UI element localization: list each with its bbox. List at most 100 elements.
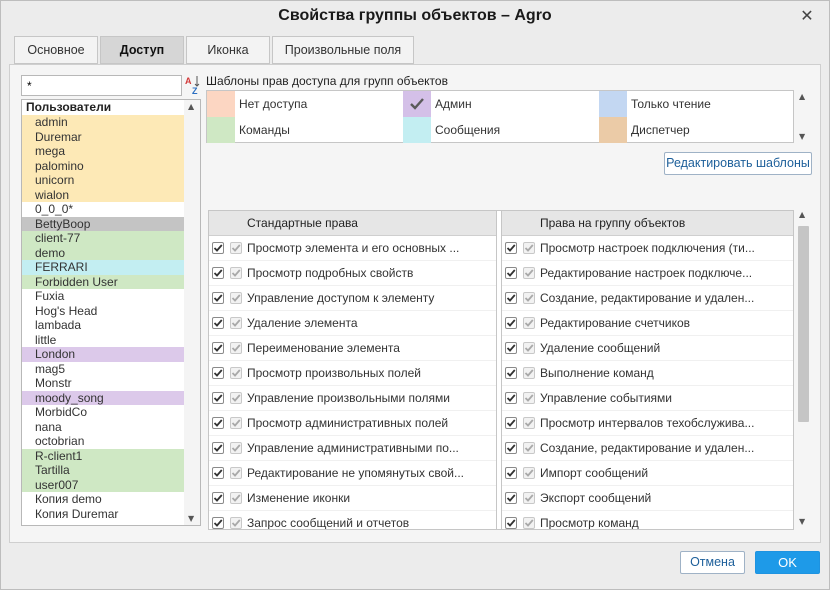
checkbox-checked-disabled[interactable] <box>523 517 535 529</box>
group-right-row[interactable]: Создание, редактирование и удален... <box>502 436 793 461</box>
user-list-item[interactable]: lambada <box>22 318 184 333</box>
user-list-item[interactable]: Копия demo <box>22 492 184 507</box>
ok-button[interactable]: OK <box>755 551 820 574</box>
group-right-row[interactable]: Просмотр настроек подключения (ти... <box>502 236 793 261</box>
standard-right-row[interactable]: Управление административными по... <box>209 436 496 461</box>
checkbox-checked[interactable] <box>212 342 224 354</box>
standard-right-row[interactable]: Редактирование не упомянутых свой... <box>209 461 496 486</box>
group-right-row[interactable]: Просмотр интервалов техобслужива... <box>502 411 793 436</box>
checkbox-checked-disabled[interactable] <box>230 292 242 304</box>
user-list-item[interactable]: mega <box>22 144 184 159</box>
checkbox-checked[interactable] <box>505 417 517 429</box>
group-right-row[interactable]: Редактирование настроек подключе... <box>502 261 793 286</box>
user-list-item[interactable]: Duremar <box>22 129 184 144</box>
standard-right-row[interactable]: Переименование элемента <box>209 336 496 361</box>
scroll-up-icon[interactable]: ▲ <box>188 102 194 111</box>
user-list-item[interactable]: 0_0_0* <box>22 202 184 217</box>
standard-right-row[interactable]: Запрос сообщений и отчетов <box>209 511 496 529</box>
checkbox-checked[interactable] <box>212 417 224 429</box>
checkbox-checked-disabled[interactable] <box>230 442 242 454</box>
user-list-item[interactable]: demo <box>22 245 184 260</box>
checkbox-checked[interactable] <box>212 267 224 279</box>
scroll-up-icon[interactable]: ▲ <box>799 210 805 219</box>
tab-access[interactable]: Доступ <box>100 36 184 64</box>
template-cell[interactable]: Сообщения <box>403 117 599 143</box>
checkbox-checked[interactable] <box>505 467 517 479</box>
edit-templates-button[interactable]: Редактировать шаблоны <box>664 152 812 175</box>
scrollbar-thumb[interactable] <box>798 226 809 422</box>
checkbox-checked-disabled[interactable] <box>230 492 242 504</box>
user-list-item[interactable]: Tartilla <box>22 463 184 478</box>
user-list-item[interactable]: BettyBoop <box>22 216 184 231</box>
group-right-row[interactable]: Создание, редактирование и удален... <box>502 286 793 311</box>
templates-scrollbar[interactable]: ▲ ▼ <box>796 90 810 143</box>
checkbox-checked-disabled[interactable] <box>523 342 535 354</box>
checkbox-checked[interactable] <box>212 467 224 479</box>
user-list-item[interactable]: Monstr <box>22 376 184 391</box>
checkbox-checked-disabled[interactable] <box>523 292 535 304</box>
checkbox-checked[interactable] <box>505 292 517 304</box>
group-right-row[interactable]: Удаление сообщений <box>502 336 793 361</box>
checkbox-checked[interactable] <box>505 392 517 404</box>
checkbox-checked[interactable] <box>212 492 224 504</box>
user-list-item[interactable]: mag5 <box>22 361 184 376</box>
checkbox-checked-disabled[interactable] <box>523 442 535 454</box>
user-list[interactable]: Пользователи admin Duremar mega palomino uni… <box>21 99 201 526</box>
checkbox-checked-disabled[interactable] <box>523 267 535 279</box>
user-list-item[interactable]: octobrian <box>22 434 184 449</box>
checkbox-checked[interactable] <box>212 442 224 454</box>
checkbox-checked-disabled[interactable] <box>523 392 535 404</box>
scroll-down-icon[interactable]: ▼ <box>799 132 805 141</box>
user-list-scrollbar[interactable]: ▲ ▼ <box>184 100 200 525</box>
standard-right-row[interactable]: Просмотр произвольных полей <box>209 361 496 386</box>
checkbox-checked[interactable] <box>212 242 224 254</box>
template-cell[interactable]: Только чтение <box>599 91 795 117</box>
checkbox-checked[interactable] <box>212 292 224 304</box>
checkbox-checked[interactable] <box>505 442 517 454</box>
user-list-item[interactable]: London <box>22 347 184 362</box>
group-right-row[interactable]: Управление событиями <box>502 386 793 411</box>
checkbox-checked[interactable] <box>212 367 224 379</box>
standard-right-row[interactable]: Управление произвольными полями <box>209 386 496 411</box>
checkbox-checked-disabled[interactable] <box>523 242 535 254</box>
checkbox-checked[interactable] <box>505 317 517 329</box>
close-icon[interactable]: ✕ <box>799 8 815 24</box>
user-list-item[interactable]: FERRARI <box>22 260 184 275</box>
user-list-item[interactable]: little <box>22 332 184 347</box>
checkbox-checked[interactable] <box>505 342 517 354</box>
checkbox-checked[interactable] <box>212 317 224 329</box>
checkbox-checked[interactable] <box>505 517 517 529</box>
checkbox-checked-disabled[interactable] <box>230 267 242 279</box>
tab-general[interactable]: Основное <box>14 36 98 64</box>
checkbox-checked-disabled[interactable] <box>230 517 242 529</box>
template-cell[interactable]: Диспетчер <box>599 117 795 143</box>
template-cell[interactable]: Команды <box>207 117 403 143</box>
checkbox-checked-disabled[interactable] <box>230 317 242 329</box>
rights-scrollbar[interactable]: ▲ ▼ <box>796 210 810 526</box>
checkbox-checked[interactable] <box>505 267 517 279</box>
user-list-item[interactable]: Копия Duremar <box>22 506 184 521</box>
standard-right-row[interactable]: Изменение иконки <box>209 486 496 511</box>
group-right-row[interactable]: Редактирование счетчиков <box>502 311 793 336</box>
checkbox-checked-disabled[interactable] <box>523 417 535 429</box>
standard-right-row[interactable]: Просмотр подробных свойств <box>209 261 496 286</box>
user-list-item[interactable]: Forbidden User <box>22 274 184 289</box>
user-list-item[interactable]: nana <box>22 419 184 434</box>
checkbox-checked-disabled[interactable] <box>230 242 242 254</box>
checkbox-checked-disabled[interactable] <box>523 367 535 379</box>
tab-icon[interactable]: Иконка <box>186 36 270 64</box>
checkbox-checked[interactable] <box>505 492 517 504</box>
checkbox-checked-disabled[interactable] <box>523 317 535 329</box>
checkbox-checked[interactable] <box>212 517 224 529</box>
user-list-item[interactable]: palomino <box>22 158 184 173</box>
user-list-item[interactable]: Hog's Head <box>22 303 184 318</box>
checkbox-checked-disabled[interactable] <box>230 467 242 479</box>
scroll-down-icon[interactable]: ▼ <box>188 514 194 523</box>
scroll-up-icon[interactable]: ▲ <box>799 92 805 101</box>
group-right-row[interactable]: Экспорт сообщений <box>502 486 793 511</box>
group-right-row[interactable]: Импорт сообщений <box>502 461 793 486</box>
sort-az-icon[interactable]: A Z <box>184 74 202 98</box>
user-list-item[interactable]: Fuxia <box>22 289 184 304</box>
standard-right-row[interactable]: Удаление элемента <box>209 311 496 336</box>
standard-right-row[interactable]: Просмотр административных полей <box>209 411 496 436</box>
